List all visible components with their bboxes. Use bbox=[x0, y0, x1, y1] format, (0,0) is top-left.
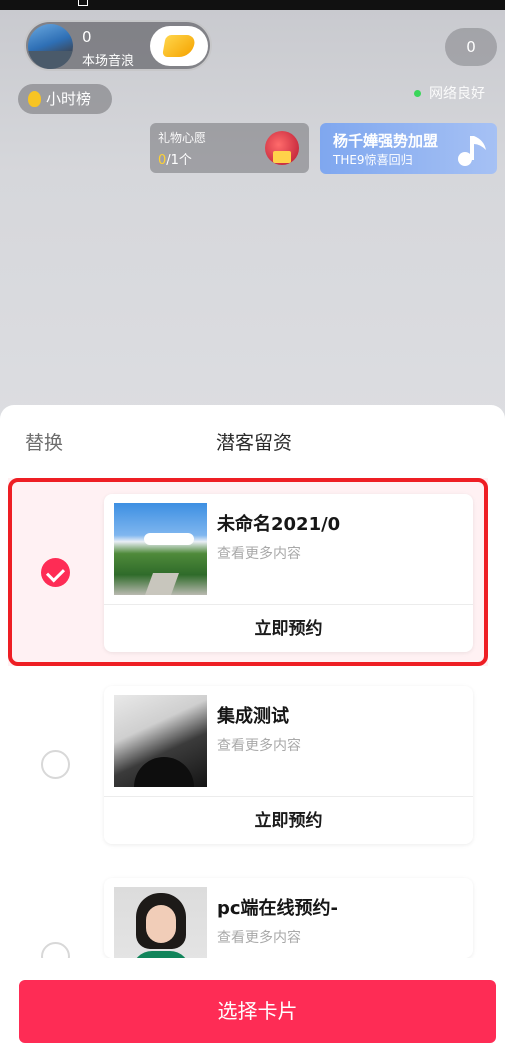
gift-wish-total: /1个 bbox=[166, 153, 192, 168]
promo-banner[interactable]: 杨千嬅强势加盟 THE9惊喜回归 bbox=[320, 123, 497, 174]
promo-title: 杨千嬅强势加盟 bbox=[333, 132, 439, 150]
card-title: pc端在线预约- bbox=[217, 898, 339, 919]
flower-bouquet-icon bbox=[265, 131, 299, 165]
gift-wish-card[interactable]: 礼物心愿 0/1个 bbox=[150, 123, 309, 173]
gift-button[interactable] bbox=[150, 26, 208, 66]
card-thumbnail bbox=[114, 695, 207, 787]
card-divider bbox=[104, 796, 473, 797]
card-radio[interactable] bbox=[41, 750, 70, 779]
selected-card-frame bbox=[8, 478, 488, 666]
replace-button[interactable]: 替换 bbox=[25, 428, 63, 455]
lead-card-sheet: 替换 潜客留资 未命名2021/0 查看更多内容 立即预约 集成测试 查看更多内… bbox=[0, 405, 505, 1057]
gift-wish-title: 礼物心愿 bbox=[158, 131, 207, 145]
anchor-info-card[interactable]: 0 本场音浪 bbox=[24, 20, 212, 71]
hourly-rank-label: 小时榜 bbox=[46, 90, 92, 108]
status-bar bbox=[0, 0, 505, 10]
gift-heart-icon bbox=[162, 35, 196, 57]
viewer-count-button[interactable]: 0 bbox=[445, 28, 497, 66]
sound-wave-count: 0 bbox=[82, 28, 92, 46]
promo-subtitle: THE9惊喜回归 bbox=[333, 153, 413, 167]
card-subtitle: 查看更多内容 bbox=[217, 738, 301, 754]
reserve-button[interactable]: 立即预约 bbox=[104, 806, 473, 831]
sheet-title: 潜客留资 bbox=[216, 432, 293, 454]
hourly-rank-button[interactable]: 小时榜 bbox=[18, 84, 112, 114]
card-thumbnail bbox=[114, 887, 207, 958]
status-icon bbox=[78, 0, 88, 6]
network-status-text: 网络良好 bbox=[429, 86, 485, 102]
avatar[interactable] bbox=[28, 24, 73, 69]
card-title: 集成测试 bbox=[217, 706, 289, 727]
card-subtitle: 查看更多内容 bbox=[217, 930, 301, 946]
flame-icon bbox=[28, 91, 41, 107]
gift-wish-progress: 0/1个 bbox=[158, 149, 192, 168]
network-status-dot bbox=[414, 90, 421, 97]
lead-card[interactable]: 集成测试 查看更多内容 立即预约 bbox=[104, 686, 473, 844]
live-stream-background bbox=[0, 10, 505, 420]
lead-card[interactable]: pc端在线预约- 查看更多内容 bbox=[104, 878, 473, 958]
select-card-button[interactable]: 选择卡片 bbox=[19, 980, 496, 1043]
sound-wave-label: 本场音浪 bbox=[82, 54, 135, 69]
music-note-icon bbox=[458, 136, 486, 166]
